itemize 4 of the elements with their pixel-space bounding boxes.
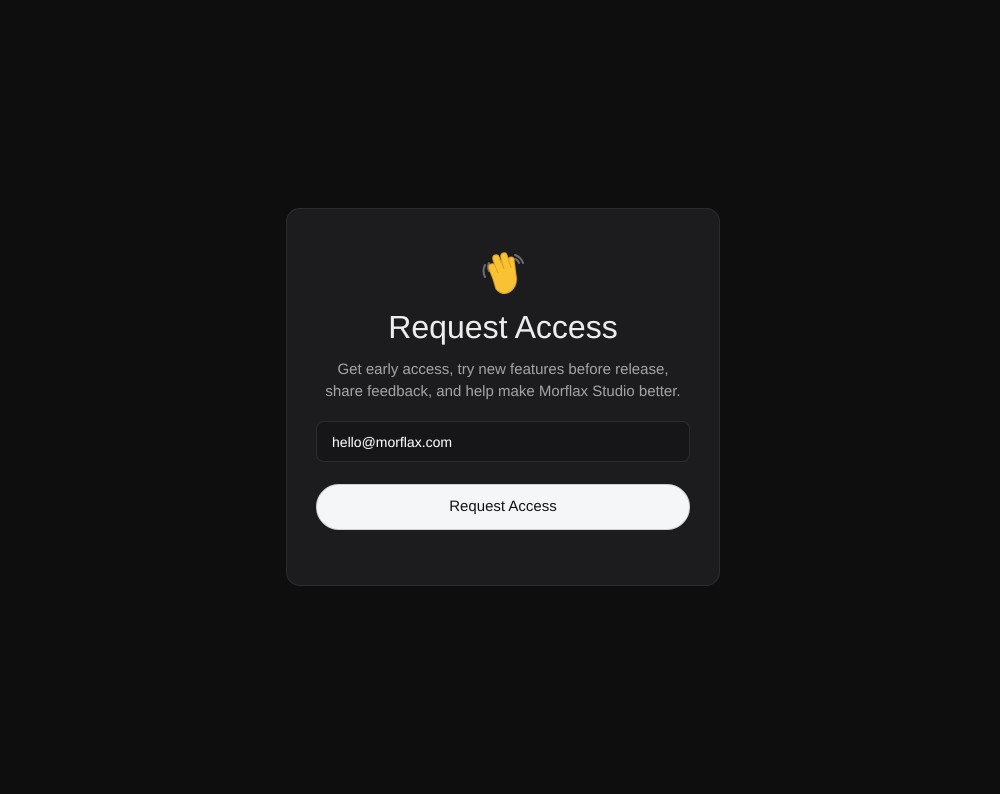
description: Get early access, try new features before release, share feedback, and help make Morflax Studio better.: [324, 360, 682, 402]
title: Request Access: [388, 308, 618, 347]
request-access-button[interactable]: Request Access: [316, 484, 690, 530]
email-field[interactable]: hello@morflax.com: [316, 421, 690, 462]
